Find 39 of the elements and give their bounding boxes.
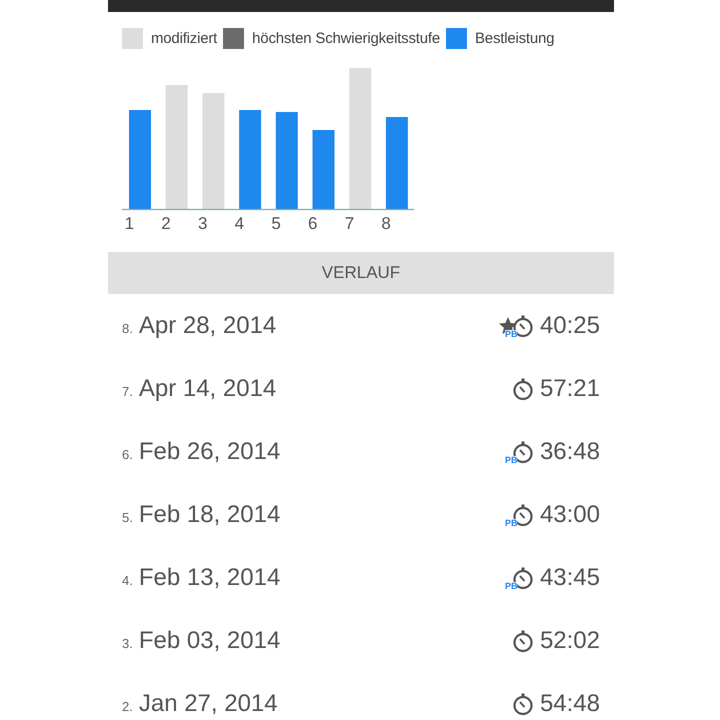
axis-label: 6 — [307, 214, 319, 234]
row-time: 52:02 — [540, 626, 600, 654]
axis-label: 5 — [270, 214, 282, 234]
row-date: Apr 28, 2014 — [138, 312, 276, 340]
row-date: Apr 14, 2014 — [138, 374, 276, 402]
row-time: 40:25 — [540, 312, 600, 340]
row-time: 43:45 — [540, 564, 600, 592]
row-index: 5. — [122, 510, 133, 524]
section-header: VERLAUF — [108, 252, 614, 294]
axis-label: 2 — [160, 214, 172, 234]
row-index: 7. — [122, 384, 133, 398]
pb-badge: PB — [504, 518, 518, 528]
row-index: 3. — [122, 636, 133, 650]
row-date: Feb 03, 2014 — [138, 626, 280, 654]
row-date: Feb 13, 2014 — [138, 564, 280, 592]
legend-label: Bestleistung — [475, 30, 554, 46]
row-date: Jan 27, 2014 — [138, 690, 278, 718]
row-time: 57:21 — [540, 374, 600, 402]
legend-label: höchsten Schwierigkeitsstufe — [252, 30, 440, 46]
row-date: Feb 18, 2014 — [138, 500, 280, 528]
row-time: 54:48 — [540, 690, 600, 718]
axis-label: 3 — [196, 214, 208, 234]
legend-label: modifiziert — [151, 30, 218, 46]
axis-label: 7 — [344, 214, 356, 234]
row-date: Feb 26, 2014 — [138, 438, 280, 466]
row-index: 2. — [122, 698, 133, 714]
row-time: 36:48 — [540, 438, 600, 466]
axis-label: 8 — [380, 214, 392, 234]
pb-badge: PB — [504, 456, 518, 464]
stopwatch-icon — [512, 376, 534, 400]
stopwatch-icon — [512, 628, 534, 652]
axis-label: 1 — [124, 214, 136, 234]
axis-label: 4 — [234, 214, 246, 234]
row-index: 6. — [122, 446, 133, 462]
row-time: 43:00 — [540, 500, 600, 528]
pb-badge: PB — [504, 582, 518, 590]
stopwatch-icon — [512, 692, 534, 716]
row-index: 4. — [122, 572, 133, 588]
row-index: 8. — [122, 320, 133, 336]
